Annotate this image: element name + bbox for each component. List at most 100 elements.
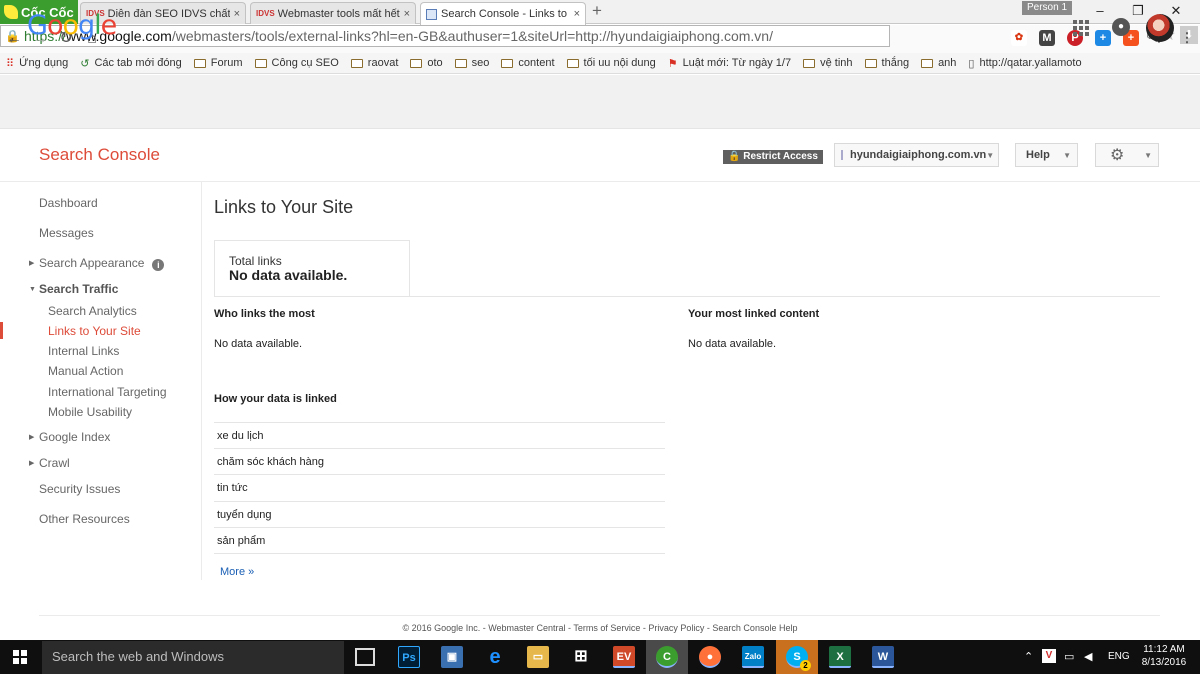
- site-selector-dropdown[interactable]: hyundaigiaiphong.com.vn ▼: [834, 143, 999, 167]
- tab-close-icon[interactable]: ×: [574, 8, 580, 20]
- word-icon[interactable]: W: [872, 646, 894, 668]
- anchor-text-row[interactable]: tuyển dụng: [214, 501, 665, 528]
- logo-letter: o: [46, 10, 64, 41]
- tab-close-icon[interactable]: ×: [404, 8, 410, 20]
- notifications-bell-icon[interactable]: ●: [1112, 18, 1130, 36]
- sidebar-item-messages[interactable]: Messages: [39, 226, 94, 240]
- sidebar-item-dashboard[interactable]: Dashboard: [39, 196, 98, 210]
- bookmark-item[interactable]: ⚑ Luật mới: Từ ngày 1/7: [668, 57, 791, 70]
- sidebar-item-search-analytics[interactable]: Search Analytics: [48, 304, 137, 318]
- settings-dropdown-button[interactable]: ⚙ ▼: [1095, 143, 1159, 167]
- apps-grid-icon[interactable]: [1073, 20, 1089, 36]
- folder-icon: [803, 58, 816, 68]
- bookmark-item[interactable]: seo: [454, 57, 489, 69]
- chevron-up-icon[interactable]: ⌃: [1024, 650, 1033, 663]
- tab-close-icon[interactable]: ×: [234, 8, 240, 20]
- savior-extension-icon[interactable]: ✿: [1011, 30, 1027, 46]
- browser-tab-active[interactable]: Search Console - Links to Y ×: [420, 2, 586, 25]
- total-links-label: Total links: [229, 254, 282, 268]
- sidebar-item-crawl[interactable]: ▶ Crawl: [29, 456, 70, 470]
- sidebar-item-security-issues[interactable]: Security Issues: [39, 482, 120, 496]
- sidebar-item-google-index[interactable]: ▶ Google Index: [29, 430, 110, 444]
- volume-tray-icon[interactable]: ◀: [1084, 650, 1092, 663]
- site-page-icon: [841, 150, 843, 160]
- gear-icon: ⚙: [1110, 147, 1125, 164]
- bookmarks-bar: ⠿ Ứng dụng ↺ Các tab mới đóng Forum Công cụ S…: [0, 53, 1200, 74]
- taskbar-search-input[interactable]: Search the web and Windows: [42, 641, 344, 674]
- windows-start-icon[interactable]: [13, 650, 27, 664]
- language-indicator[interactable]: ENG: [1108, 651, 1130, 662]
- address-bar[interactable]: 🔒 https://www.google.com/webmasters/tool…: [0, 25, 1198, 47]
- task-view-icon[interactable]: [355, 648, 375, 666]
- bookmark-item[interactable]: content: [501, 57, 555, 69]
- account-avatar[interactable]: [1146, 14, 1174, 42]
- how-data-linked-heading: How your data is linked: [214, 393, 337, 405]
- bookmark-item[interactable]: thắng: [864, 57, 910, 69]
- expand-triangle-icon: ▶: [29, 434, 35, 441]
- sidebar-item-label: Search Traffic: [39, 282, 119, 296]
- bookmark-item[interactable]: oto: [410, 57, 443, 69]
- bookmark-item[interactable]: ↺ Các tab mới đóng: [80, 57, 182, 70]
- bookmark-item[interactable]: vệ tinh: [803, 57, 853, 69]
- folder-icon: [566, 58, 579, 68]
- sidebar-item-international-targeting[interactable]: International Targeting: [48, 385, 167, 399]
- sidebar-item-mobile-usability[interactable]: Mobile Usability: [48, 405, 132, 419]
- browser-menu-icon[interactable]: ⋮: [1179, 30, 1195, 46]
- file-explorer-icon[interactable]: ▭: [527, 646, 549, 668]
- sidebar-item-internal-links[interactable]: Internal Links: [48, 344, 119, 358]
- store-icon[interactable]: ⊞: [570, 646, 592, 668]
- logo-letter: G: [27, 10, 48, 41]
- anchor-text-row[interactable]: sản phẩm: [214, 527, 665, 554]
- bookmark-item[interactable]: anh: [921, 57, 956, 69]
- edge-browser-icon[interactable]: e: [484, 646, 506, 668]
- firefox-icon[interactable]: ●: [699, 646, 721, 668]
- clock-date: 8/13/2016: [1141, 657, 1187, 668]
- sidebar-item-links-to-your-site[interactable]: Links to Your Site: [48, 324, 141, 338]
- bookmark-item[interactable]: ▯ http://qatar.yallamoto: [968, 57, 1081, 70]
- gmail-extension-icon[interactable]: M: [1039, 30, 1055, 46]
- sidebar-item-manual-action[interactable]: Manual Action: [48, 364, 123, 378]
- chevron-down-icon: ▼: [1144, 150, 1152, 160]
- help-dropdown-button[interactable]: Help ▼: [1015, 143, 1078, 167]
- photoshop-icon[interactable]: Ps: [398, 646, 420, 668]
- sidebar-nav: Dashboard Messages ▶ Search Appearance i ▼…: [0, 182, 202, 580]
- sidebar-item-other-resources[interactable]: Other Resources: [39, 512, 130, 526]
- minimize-window-icon[interactable]: –: [1090, 3, 1110, 18]
- more-link[interactable]: More »: [220, 566, 254, 578]
- sidebar-item-search-appearance[interactable]: ▶ Search Appearance i: [29, 256, 165, 271]
- zalo-icon[interactable]: Zalo: [742, 646, 764, 668]
- bookmark-item[interactable]: Công cụ SEO: [254, 57, 339, 69]
- browser-tab-2[interactable]: IDVS Webmaster tools mất hết li ×: [250, 2, 416, 24]
- network-app-icon[interactable]: ▣: [441, 646, 463, 668]
- anchor-text-row[interactable]: chăm sóc khách hàng: [214, 448, 665, 475]
- info-icon[interactable]: i: [152, 259, 165, 271]
- bookmark-item[interactable]: tối uu nội dung: [566, 57, 656, 69]
- anchor-text-row[interactable]: xe du lịch: [214, 422, 665, 449]
- bookmark-item[interactable]: ⠿ Ứng dụng: [6, 57, 68, 70]
- total-links-card: Total links No data available.: [214, 240, 410, 297]
- most-linked-content-value: No data available.: [688, 338, 777, 350]
- back-arrow-icon[interactable]: ←: [4, 29, 24, 49]
- anchor-text-row[interactable]: tin tức: [214, 474, 665, 501]
- bookmark-item[interactable]: raovat: [350, 57, 399, 69]
- bookmark-item[interactable]: Forum: [193, 57, 243, 69]
- new-tab-button[interactable]: +: [592, 2, 602, 20]
- vietkey-tray-icon[interactable]: V: [1042, 649, 1056, 663]
- most-linked-content-heading: Your most linked content: [688, 308, 820, 320]
- add-extension-icon[interactable]: +: [1095, 30, 1111, 46]
- excel-icon[interactable]: X: [829, 646, 851, 668]
- coccoc-browser-icon[interactable]: C: [656, 646, 678, 668]
- sidebar-item-search-traffic[interactable]: ▼ Search Traffic: [29, 282, 119, 296]
- bookmark-label: raovat: [367, 57, 399, 69]
- search-console-title[interactable]: Search Console: [39, 145, 160, 165]
- google-logo[interactable]: Google: [27, 10, 117, 41]
- restore-window-icon[interactable]: ❐: [1128, 3, 1148, 19]
- taskbar-clock[interactable]: 11:12 AM 8/13/2016: [1140, 643, 1188, 669]
- network-tray-icon[interactable]: ▭: [1064, 650, 1074, 663]
- clock-time: 11:12 AM: [1143, 644, 1185, 655]
- bookmark-label: thắng: [881, 57, 910, 69]
- folder-icon: [193, 58, 206, 68]
- content-divider: [214, 296, 1160, 297]
- unikey-icon[interactable]: EV: [613, 646, 635, 668]
- profile-person-badge[interactable]: Person 1: [1022, 1, 1072, 15]
